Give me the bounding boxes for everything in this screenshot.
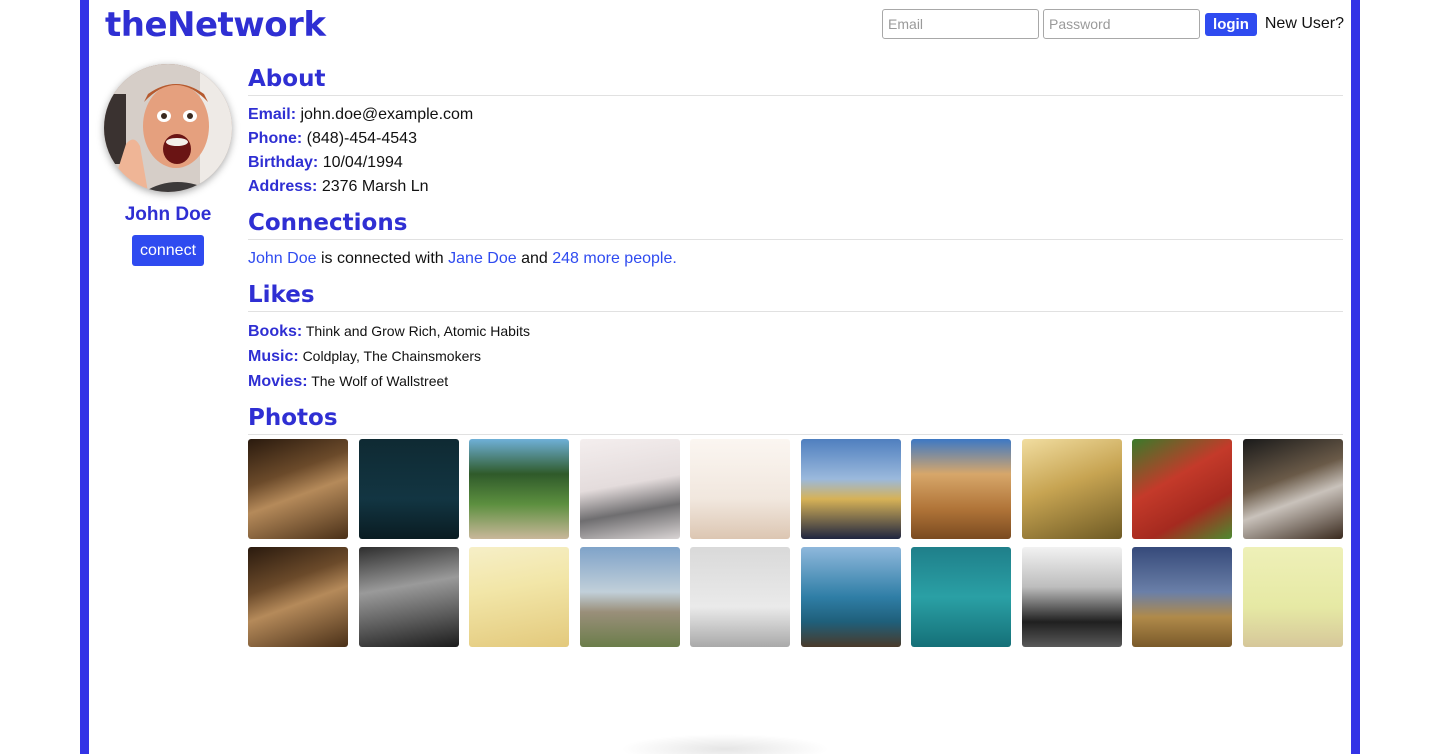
birthday-label: Birthday: xyxy=(248,154,319,171)
photo-record-player[interactable] xyxy=(579,439,680,539)
photo-grass-bw[interactable] xyxy=(358,547,459,647)
page-frame: theNetwork login New User? xyxy=(80,0,1360,754)
phone-label: Phone: xyxy=(248,130,303,147)
about-section: About Email: john.doe@example.com Phone:… xyxy=(248,64,1343,199)
birthday-row: Birthday: 10/04/1994 xyxy=(248,151,1343,175)
profile-sidebar: John Doe connect xyxy=(104,64,232,266)
photo-night-city[interactable] xyxy=(358,439,459,539)
address-label: Address: xyxy=(248,178,318,195)
photo-grid xyxy=(248,439,1343,647)
music-label: Music: xyxy=(248,348,299,365)
birthday-value: 10/04/1994 xyxy=(322,154,403,171)
connections-text: John Doe is connected with Jane Doe and … xyxy=(248,247,1343,271)
login-button[interactable]: login xyxy=(1205,12,1257,36)
brand-logo[interactable]: theNetwork xyxy=(105,3,326,47)
photo-hills-dusk[interactable] xyxy=(1132,547,1232,647)
connections-and-text: and xyxy=(521,250,548,267)
connections-middle-text: is connected with xyxy=(320,250,444,267)
person-link[interactable]: John Doe xyxy=(248,250,317,267)
movies-row: Movies: The Wolf of Wallstreet xyxy=(248,369,1343,394)
likes-title: Likes xyxy=(248,280,1343,312)
photo-legs-in-field[interactable] xyxy=(800,439,901,539)
movies-value: The Wolf of Wallstreet xyxy=(311,373,449,389)
photo-shells-on-wood[interactable] xyxy=(248,439,348,539)
photo-feet-bw[interactable] xyxy=(1021,547,1122,647)
login-bar: login New User? xyxy=(882,9,1344,39)
address-value: 2376 Marsh Ln xyxy=(321,178,429,195)
photo-palm-trees[interactable] xyxy=(690,439,790,539)
photo-beach-shells[interactable] xyxy=(911,439,1011,539)
music-row: Music: Coldplay, The Chainsmokers xyxy=(248,344,1343,369)
photo-shells-on-wood-2[interactable] xyxy=(248,547,348,647)
new-user-link[interactable]: New User? xyxy=(1265,15,1344,33)
photo-sunlit-grass[interactable] xyxy=(1021,439,1122,539)
password-input[interactable] xyxy=(1043,9,1201,39)
about-title: About xyxy=(248,64,1343,96)
books-value: Think and Grow Rich, Atomic Habits xyxy=(305,323,530,339)
books-row: Books: Think and Grow Rich, Atomic Habit… xyxy=(248,319,1343,344)
address-row: Address: 2376 Marsh Ln xyxy=(248,175,1343,199)
about-fields: Email: john.doe@example.com Phone: (848)… xyxy=(248,103,1343,199)
photo-dreamcatcher[interactable] xyxy=(469,547,569,647)
connections-section: Connections John Doe is connected with J… xyxy=(248,208,1343,271)
email-label: Email: xyxy=(248,106,297,123)
avatar-portrait-image xyxy=(104,64,232,192)
avatar xyxy=(104,64,232,192)
photo-boat-lagoon[interactable] xyxy=(911,547,1011,647)
photo-seagull-sea[interactable] xyxy=(690,547,790,647)
photo-forest-path[interactable] xyxy=(469,439,569,539)
photo-pale-sea[interactable] xyxy=(1242,547,1343,647)
bottom-shadow xyxy=(620,734,830,754)
books-label: Books: xyxy=(248,323,303,340)
photos-title: Photos xyxy=(248,403,1343,435)
friend-link[interactable]: Jane Doe xyxy=(448,250,517,267)
photo-rocky-shore[interactable] xyxy=(800,547,901,647)
movies-label: Movies: xyxy=(248,373,308,390)
email-input[interactable] xyxy=(882,9,1040,39)
profile-name: John Doe xyxy=(124,204,212,225)
connections-title: Connections xyxy=(248,208,1343,240)
likes-section: Likes Books: Think and Grow Rich, Atomic… xyxy=(248,280,1343,394)
photo-laptop-phone[interactable] xyxy=(1242,439,1343,539)
phone-value: (848)-454-4543 xyxy=(306,130,417,147)
email-row: Email: john.doe@example.com xyxy=(248,103,1343,127)
email-value: john.doe@example.com xyxy=(300,106,474,123)
photos-section: Photos xyxy=(248,403,1343,647)
photo-castle[interactable] xyxy=(579,547,680,647)
profile-main: About Email: john.doe@example.com Phone:… xyxy=(248,64,1343,647)
connect-button[interactable]: connect xyxy=(131,235,205,266)
likes-list: Books: Think and Grow Rich, Atomic Habit… xyxy=(248,319,1343,394)
photo-red-door[interactable] xyxy=(1132,439,1232,539)
phone-row: Phone: (848)-454-4543 xyxy=(248,127,1343,151)
music-value: Coldplay, The Chainsmokers xyxy=(302,348,482,364)
more-people-link[interactable]: 248 more people. xyxy=(552,250,677,267)
